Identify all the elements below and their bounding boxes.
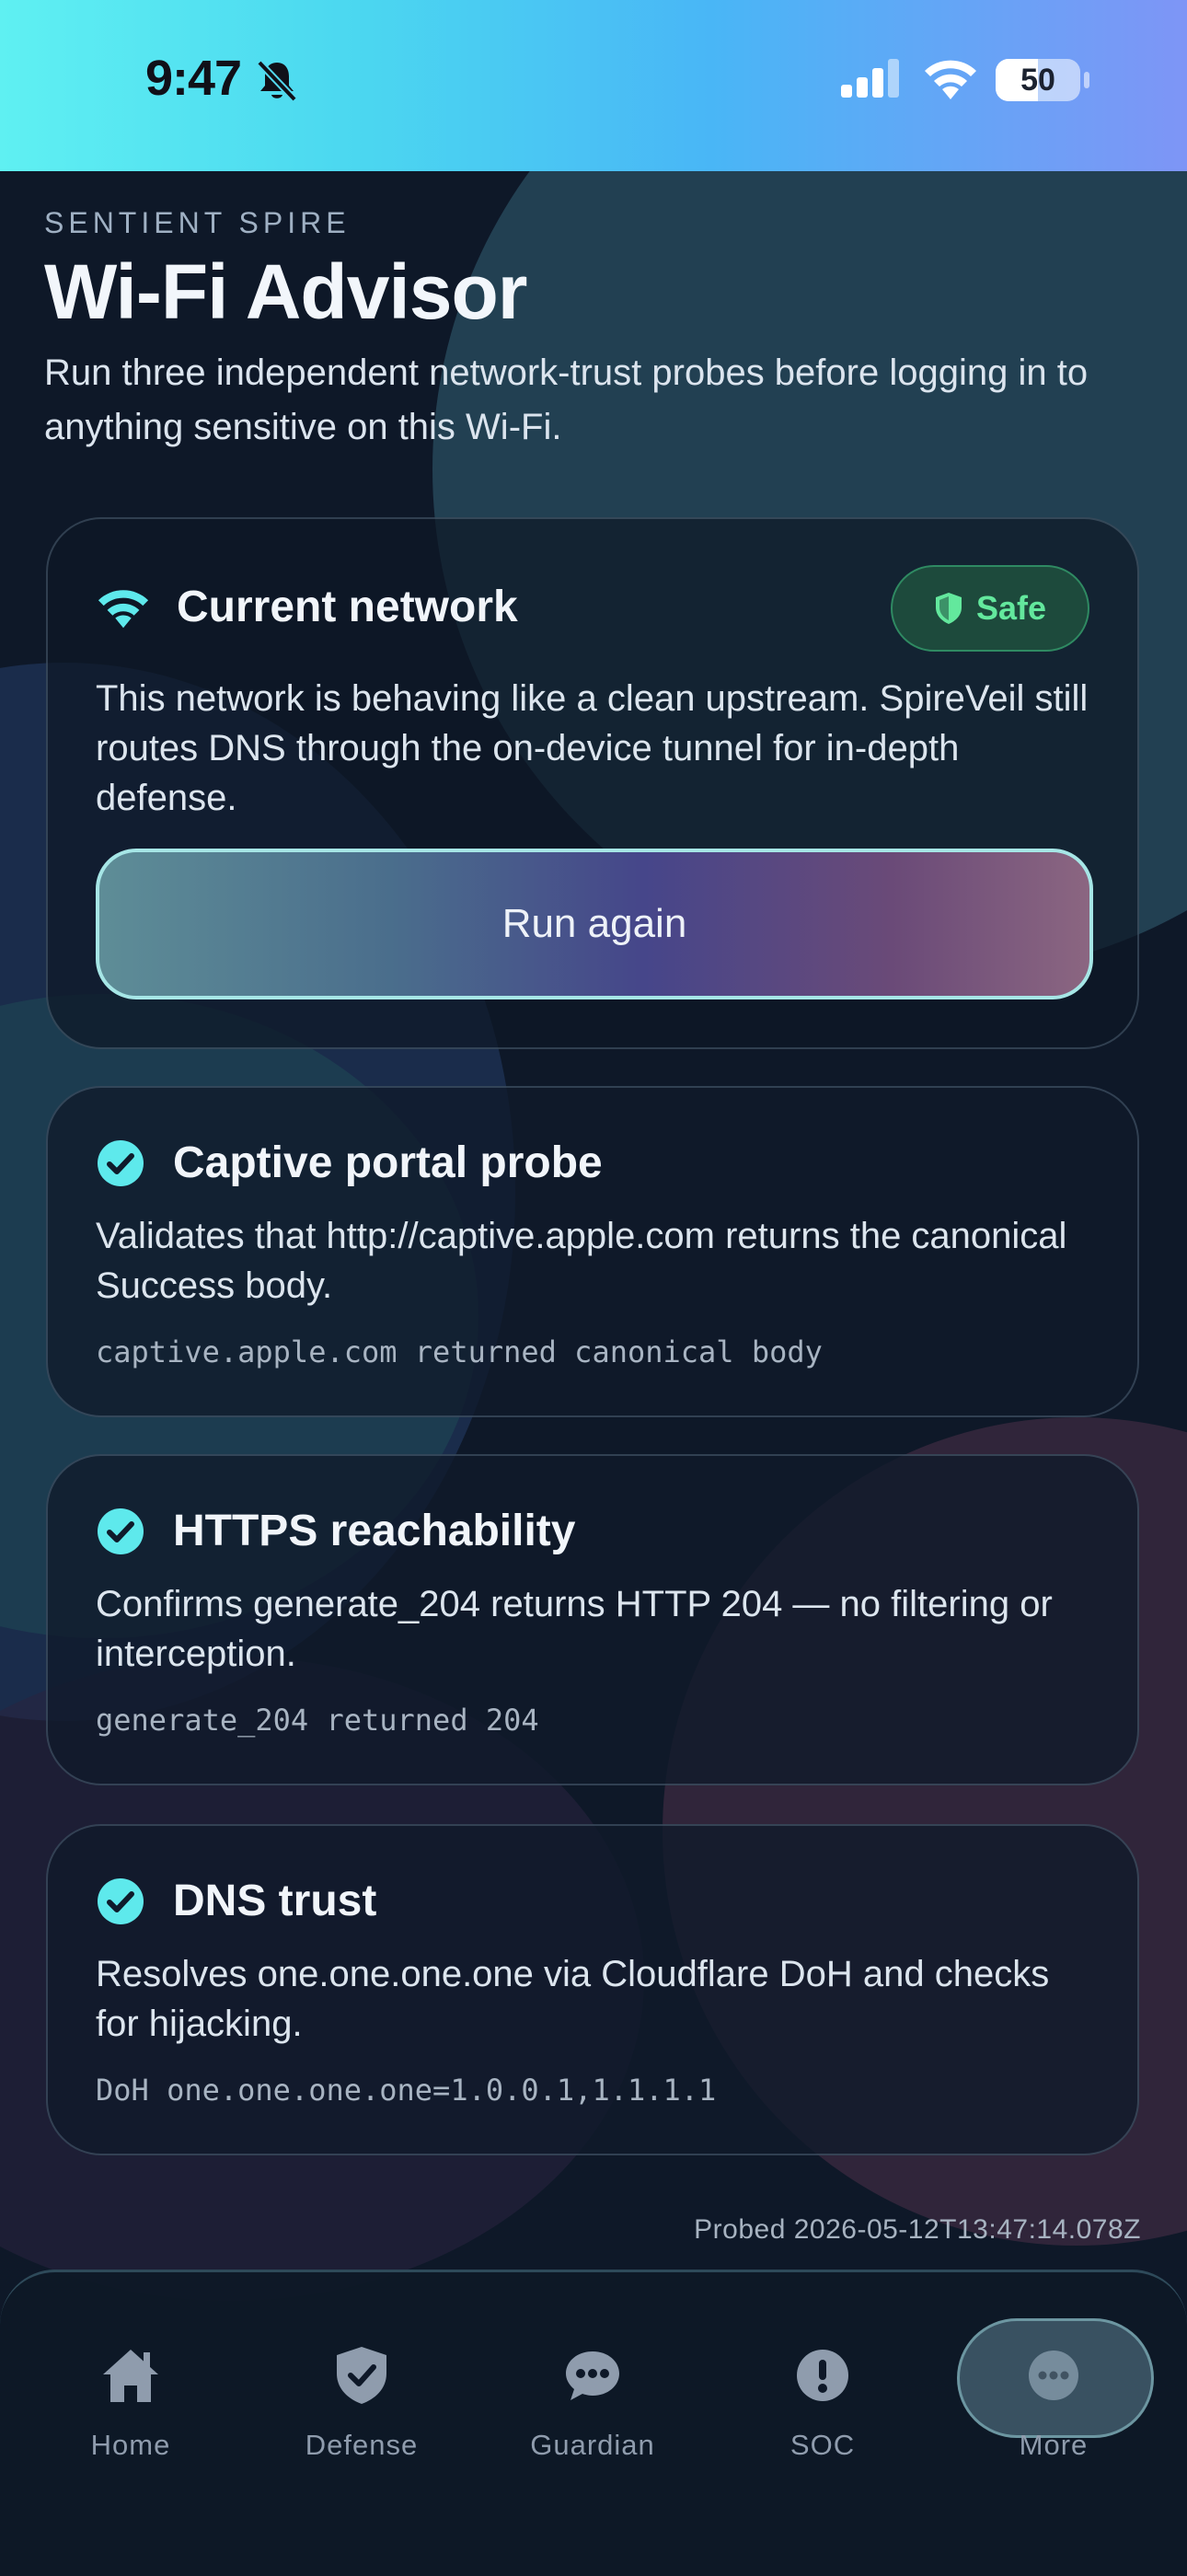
tab-label: Home (90, 2429, 171, 2461)
current-network-description: This network is behaving like a clean up… (96, 678, 1089, 818)
tab-home[interactable]: Home (39, 2339, 223, 2462)
probe-header: Captive portal probe (96, 1138, 603, 1188)
page-subtitle: Run three independent network-trust prob… (44, 352, 1089, 447)
current-network-card: Current network Safe This network is beh… (46, 517, 1139, 1049)
probe-header: HTTPS reachability (96, 1506, 575, 1556)
probe-card-captive-portal: Captive portal probe Validates that http… (46, 1086, 1139, 1417)
status-badge-label: Safe (975, 589, 1047, 627)
status-time: 9:47 (145, 51, 242, 106)
page-header: SENTIENT SPIRE Wi-Fi Advisor Run three i… (44, 206, 1148, 455)
probe-card-https: HTTPS reachability Confirms generate_204… (46, 1454, 1139, 1785)
run-again-button[interactable]: Run again (96, 849, 1093, 999)
tab-defense[interactable]: Defense (270, 2339, 454, 2462)
wifi-icon (98, 589, 149, 628)
current-network-header: Current network (96, 582, 518, 632)
probe-title: DNS trust (173, 1877, 377, 1925)
check-circle-icon (98, 1507, 144, 1554)
probe-description: Confirms generate_204 returns HTTP 204 —… (96, 1584, 1053, 1674)
tab-label: Defense (305, 2429, 419, 2461)
status-badge: Safe (891, 565, 1089, 652)
chat-bubble-icon (566, 2351, 619, 2400)
brand-kicker: SENTIENT SPIRE (44, 206, 351, 239)
more-icon (1029, 2351, 1078, 2400)
probe-result: generate_204 returned 204 (96, 1703, 539, 1738)
check-circle-icon (98, 1139, 144, 1186)
page-title: Wi-Fi Advisor (44, 248, 527, 335)
probe-card-dns: DNS trust Resolves one.one.one.one via C… (46, 1824, 1139, 2155)
probed-timestamp: Probed 2026-05-12T13:47:14.078Z (694, 2214, 1141, 2245)
bell-muted-icon (257, 60, 297, 102)
shield-check-icon (337, 2347, 386, 2404)
tab-label: More (1019, 2429, 1089, 2461)
wifi-status-icon (925, 60, 976, 99)
tab-label: Guardian (530, 2429, 655, 2461)
home-icon (103, 2350, 158, 2402)
probe-title: HTTPS reachability (173, 1507, 576, 1555)
battery-tip (1084, 72, 1089, 88)
probe-description: Validates that http://captive.apple.com … (96, 1216, 1067, 1306)
shield-icon (935, 593, 962, 624)
probe-result: captive.apple.com returned canonical bod… (96, 1334, 823, 1369)
tab-more[interactable]: More (962, 2339, 1146, 2462)
tab-soc[interactable]: SOC (731, 2339, 915, 2462)
tab-bar: Home Defense Guardian SOC More (0, 2270, 1187, 2576)
probe-result: DoH one.one.one.one=1.0.0.1,1.1.1.1 (96, 2073, 717, 2108)
battery-percent: 50 (1020, 63, 1055, 98)
status-bar: 9:47 50 (0, 0, 1187, 171)
alert-icon (797, 2350, 848, 2401)
cellular-signal-icon (841, 59, 899, 98)
battery-icon: 50 (996, 59, 1080, 101)
tab-label: SOC (789, 2429, 856, 2461)
probe-description: Resolves one.one.one.one via Cloudflare … (96, 1954, 1050, 2044)
tab-guardian[interactable]: Guardian (501, 2339, 685, 2462)
probe-title: Captive portal probe (173, 1138, 603, 1187)
check-circle-icon (98, 1877, 144, 1924)
probe-header: DNS trust (96, 1876, 376, 1926)
current-network-label: Current network (177, 583, 518, 631)
